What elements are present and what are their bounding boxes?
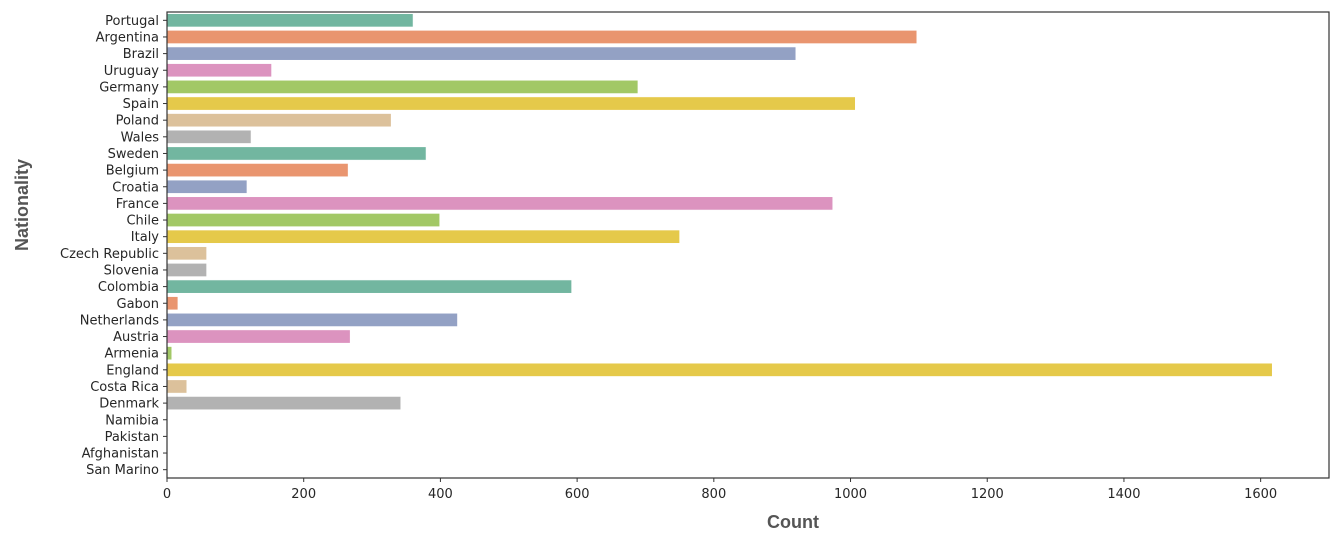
bar-poland xyxy=(166,113,392,128)
y-tick-label: Croatia xyxy=(112,180,159,195)
y-tick-label: Germany xyxy=(99,80,159,95)
bar-italy xyxy=(166,229,680,244)
bar-brazil xyxy=(166,46,797,61)
x-tick-label: 0 xyxy=(163,487,171,502)
bars-group xyxy=(166,13,1273,477)
x-tick-label: 1600 xyxy=(1244,487,1277,502)
y-tick-label: Afghanistan xyxy=(82,447,159,462)
bar-denmark xyxy=(166,396,402,411)
x-tick-label: 1000 xyxy=(834,487,867,502)
y-tick-label: Sweden xyxy=(108,147,159,162)
y-tick-label: Belgium xyxy=(106,164,159,179)
y-tick-label: Brazil xyxy=(123,47,159,62)
x-axis-title: Count xyxy=(767,512,819,532)
y-tick-label: Czech Republic xyxy=(60,247,159,262)
y-tick-label: San Marino xyxy=(86,463,159,478)
y-tick-label: Slovenia xyxy=(104,263,159,278)
y-tick-label: Costa Rica xyxy=(90,380,159,395)
bar-colombia xyxy=(166,279,572,294)
y-axis-title: Nationality xyxy=(12,159,32,251)
y-tick-label: Colombia xyxy=(98,280,159,295)
bar-spain xyxy=(166,96,856,111)
bar-france xyxy=(166,196,834,211)
x-axis-ticks: 0 200 400 600 800 1000 1200 1400 1600 xyxy=(163,478,1277,502)
y-tick-label: Denmark xyxy=(99,397,159,412)
y-tick-label: Wales xyxy=(121,130,160,145)
bar-croatia xyxy=(166,179,248,194)
x-tick-label: 1200 xyxy=(971,487,1004,502)
bar-sweden xyxy=(166,146,427,161)
bar-slovenia xyxy=(166,263,207,277)
y-tick-label: Chile xyxy=(126,214,159,229)
bar-gabon xyxy=(166,296,179,311)
bar-england xyxy=(166,362,1273,377)
y-tick-label: Austria xyxy=(113,330,159,345)
y-tick-label: Netherlands xyxy=(80,313,159,328)
bar-portugal xyxy=(166,13,414,28)
bar-chile xyxy=(166,213,441,227)
bar-germany xyxy=(166,79,639,94)
bar-argentina xyxy=(166,30,918,44)
y-tick-label: Namibia xyxy=(105,413,159,428)
y-tick-label: Italy xyxy=(131,230,160,245)
y-tick-label: France xyxy=(116,197,159,212)
y-axis-ticks: PortugalArgentina Brazil UruguayGermany Spa… xyxy=(60,14,167,478)
bar-wales xyxy=(166,129,252,144)
bar-armenia xyxy=(166,346,173,361)
bar-austria xyxy=(166,329,351,344)
bar-netherlands xyxy=(166,312,458,327)
y-tick-label: Portugal xyxy=(105,14,159,29)
y-tick-label: Uruguay xyxy=(104,64,160,79)
x-tick-label: 600 xyxy=(565,487,590,502)
y-tick-label: Argentina xyxy=(96,30,159,45)
bar-czech-republic xyxy=(166,246,207,261)
x-tick-label: 200 xyxy=(291,487,316,502)
bar-belgium xyxy=(166,163,349,178)
bar-uruguay xyxy=(166,63,272,78)
y-tick-label: Gabon xyxy=(117,297,160,312)
y-tick-label: Pakistan xyxy=(105,430,159,445)
x-tick-label: 1400 xyxy=(1107,487,1140,502)
y-tick-label: Poland xyxy=(116,114,159,129)
bar-chart: PortugalArgentina Brazil UruguayGermany Spa… xyxy=(12,11,1330,532)
y-tick-label: England xyxy=(106,363,159,378)
x-tick-label: 800 xyxy=(701,487,726,502)
y-tick-label: Armenia xyxy=(105,347,160,362)
bar-costa-rica xyxy=(166,379,188,394)
x-tick-label: 400 xyxy=(428,487,453,502)
y-tick-label: Spain xyxy=(123,97,159,112)
